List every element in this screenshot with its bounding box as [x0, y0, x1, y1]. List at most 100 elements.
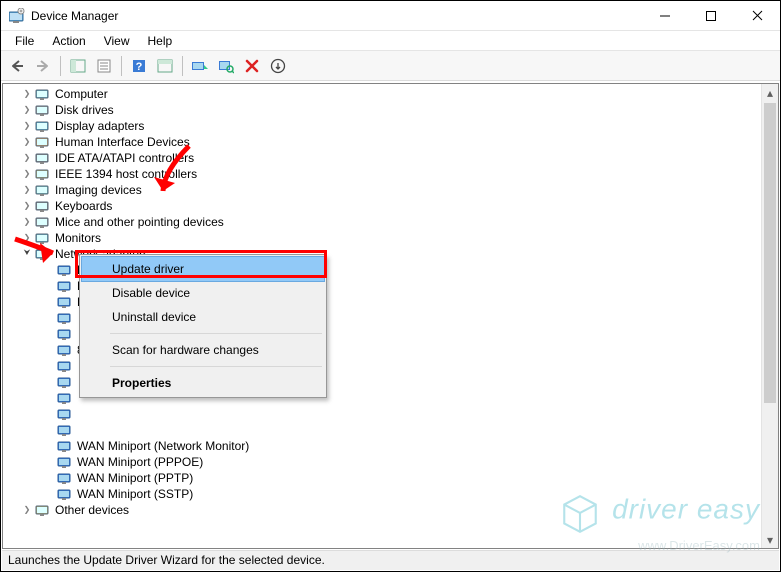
tree-label: IDE ATA/ATAPI controllers — [55, 150, 194, 166]
network-adapter-icon — [57, 295, 73, 309]
tree-category[interactable]: IDE ATA/ATAPI controllers — [3, 150, 761, 166]
expander-icon[interactable] — [21, 184, 33, 196]
category-icon — [35, 87, 51, 101]
expander-icon[interactable] — [21, 200, 33, 212]
maximize-button[interactable] — [688, 1, 734, 31]
tree-label: Imaging devices — [55, 182, 142, 198]
category-icon — [35, 167, 51, 181]
network-adapter-icon — [57, 391, 73, 405]
back-button[interactable] — [5, 54, 29, 78]
network-adapter-icon — [57, 423, 73, 437]
svg-text:?: ? — [136, 61, 143, 73]
tree-label: Display adapters — [55, 118, 144, 134]
category-icon — [35, 103, 51, 117]
network-adapter-icon — [57, 375, 73, 389]
expander-icon[interactable] — [21, 88, 33, 100]
tree-label: Keyboards — [55, 198, 112, 214]
update-driver-toolbar-button[interactable] — [188, 54, 212, 78]
network-adapter-icon — [57, 263, 73, 277]
category-icon — [35, 183, 51, 197]
context-separator — [110, 366, 322, 367]
network-adapter-icon — [57, 487, 73, 501]
context-separator — [110, 333, 322, 334]
network-adapter-icon — [57, 311, 73, 325]
context-scan-hardware[interactable]: Scan for hardware changes — [82, 338, 324, 362]
menu-file[interactable]: File — [7, 32, 42, 50]
tree-category[interactable]: IEEE 1394 host controllers — [3, 166, 761, 182]
scan-hardware-toolbar-button[interactable] — [214, 54, 238, 78]
network-adapter-icon — [57, 279, 73, 293]
context-update-driver[interactable]: Update driver — [81, 256, 325, 282]
tree-device[interactable] — [3, 406, 761, 422]
tree-label: WAN Miniport (PPPOE) — [77, 454, 203, 470]
category-icon — [35, 231, 51, 245]
tree-device[interactable]: WAN Miniport (SSTP) — [3, 486, 761, 502]
vertical-scrollbar[interactable]: ▴ ▾ — [761, 84, 778, 548]
status-text: Launches the Update Driver Wizard for th… — [8, 553, 325, 567]
tree-label: WAN Miniport (PPTP) — [77, 470, 193, 486]
disable-toolbar-button[interactable] — [266, 54, 290, 78]
expander-icon[interactable] — [21, 168, 33, 180]
tree-device[interactable]: WAN Miniport (PPPOE) — [3, 454, 761, 470]
tree-category[interactable]: Imaging devices — [3, 182, 761, 198]
tree-category[interactable]: Keyboards — [3, 198, 761, 214]
expander-icon[interactable] — [21, 504, 33, 516]
network-adapter-icon — [57, 439, 73, 453]
expander-icon[interactable] — [21, 152, 33, 164]
context-menu: Update driver Disable device Uninstall d… — [79, 254, 327, 398]
status-bar: Launches the Update Driver Wizard for th… — [2, 550, 779, 570]
uninstall-toolbar-button[interactable] — [240, 54, 264, 78]
category-icon — [35, 503, 51, 517]
context-properties[interactable]: Properties — [82, 371, 324, 395]
tree-category[interactable]: Computer — [3, 86, 761, 102]
tree-label: Human Interface Devices — [55, 134, 190, 150]
tree-device[interactable]: WAN Miniport (Network Monitor) — [3, 438, 761, 454]
tree-label: Mice and other pointing devices — [55, 214, 224, 230]
tree-device[interactable] — [3, 422, 761, 438]
network-adapter-icon — [57, 359, 73, 373]
tree-label: Computer — [55, 86, 108, 102]
tree-label: Other devices — [55, 502, 129, 518]
title-bar: Device Manager — [1, 1, 780, 31]
scroll-down-icon[interactable]: ▾ — [762, 531, 778, 548]
scrollbar-thumb[interactable] — [764, 103, 776, 403]
tree-label: Disk drives — [55, 102, 114, 118]
tree-category[interactable]: Mice and other pointing devices — [3, 214, 761, 230]
category-icon — [35, 119, 51, 133]
window-title: Device Manager — [31, 9, 118, 23]
expander-icon[interactable] — [21, 216, 33, 228]
tree-category[interactable]: Monitors — [3, 230, 761, 246]
expander-icon[interactable] — [21, 248, 33, 260]
tree-label: IEEE 1394 host controllers — [55, 166, 197, 182]
tree-category[interactable]: Other devices — [3, 502, 761, 518]
tree-category[interactable]: Disk drives — [3, 102, 761, 118]
expander-icon[interactable] — [21, 120, 33, 132]
show-hide-console-tree-button[interactable] — [66, 54, 90, 78]
forward-button[interactable] — [31, 54, 55, 78]
category-icon — [35, 135, 51, 149]
network-adapter-icon — [57, 407, 73, 421]
context-disable-device[interactable]: Disable device — [82, 281, 324, 305]
menu-help[interactable]: Help — [140, 32, 181, 50]
scroll-up-icon[interactable]: ▴ — [762, 84, 778, 101]
tree-device[interactable]: WAN Miniport (PPTP) — [3, 470, 761, 486]
minimize-button[interactable] — [642, 1, 688, 31]
toolbar: ? — [1, 51, 780, 81]
menu-action[interactable]: Action — [44, 32, 93, 50]
expander-icon[interactable] — [21, 104, 33, 116]
expander-icon[interactable] — [21, 136, 33, 148]
expander-icon[interactable] — [21, 232, 33, 244]
action-toolbar-button[interactable] — [153, 54, 177, 78]
close-button[interactable] — [734, 1, 780, 31]
tree-category[interactable]: Human Interface Devices — [3, 134, 761, 150]
category-icon — [35, 247, 51, 261]
category-icon — [35, 215, 51, 229]
network-adapter-icon — [57, 455, 73, 469]
app-icon — [9, 8, 25, 24]
properties-toolbar-button[interactable] — [92, 54, 116, 78]
tree-category[interactable]: Display adapters — [3, 118, 761, 134]
context-uninstall-device[interactable]: Uninstall device — [82, 305, 324, 329]
tree-label: WAN Miniport (Network Monitor) — [77, 438, 249, 454]
menu-view[interactable]: View — [96, 32, 138, 50]
help-toolbar-button[interactable]: ? — [127, 54, 151, 78]
